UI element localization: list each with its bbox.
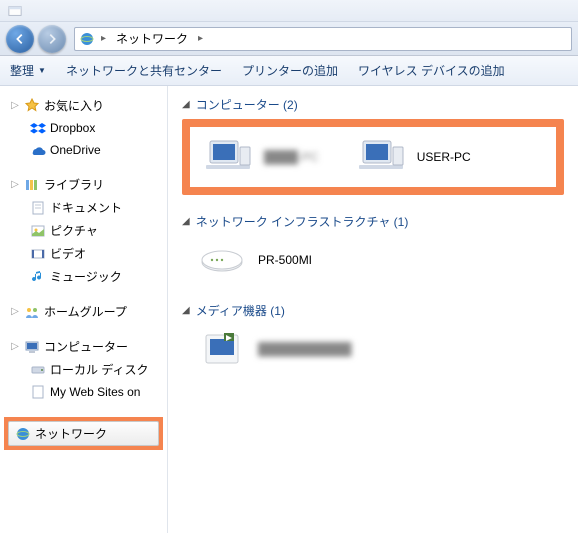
section-title: コンピューター (2) [196,96,298,113]
breadcrumb-text[interactable]: ネットワーク [112,30,192,47]
sidebar-item-web-sites[interactable]: My Web Sites on [0,381,167,403]
sidebar-item-label: ネットワーク [35,425,107,442]
sidebar-item-label: OneDrive [50,143,101,157]
section-title: ネットワーク インフラストラクチャ (1) [196,213,409,230]
chevron-right-icon: ▸ [97,33,110,44]
add-wireless-device-button[interactable]: ワイヤレス デバイスの追加 [358,62,505,79]
device-router[interactable]: PR-500MI [182,236,564,284]
arrow-down-icon: ◢ [182,305,190,316]
navigation-pane: ▷ お気に入り Dropbox OneDrive ▷ ライブラリ ドキュメント … [0,86,168,533]
device-label: ███████████ [258,342,352,356]
onedrive-icon [30,142,46,158]
device-computer[interactable]: USER-PC [353,133,475,181]
add-printer-button[interactable]: プリンターの追加 [242,62,338,79]
section-header-infrastructure[interactable]: ◢ ネットワーク インフラストラクチャ (1) [182,213,564,230]
device-label: PR-500MI [258,253,312,267]
sidebar-item-label: ミュージック [50,268,122,285]
highlight-annotation: ネットワーク [4,417,163,450]
expander-icon[interactable]: ▷ [10,180,20,190]
sidebar-item-dropbox[interactable]: Dropbox [0,117,167,139]
chevron-down-icon: ▼ [38,66,46,75]
content-area: ▷ お気に入り Dropbox OneDrive ▷ ライブラリ ドキュメント … [0,86,578,533]
sidebar-item-documents[interactable]: ドキュメント [0,196,167,219]
sidebar-item-pictures[interactable]: ピクチャ [0,219,167,242]
sidebar-item-label: Dropbox [50,121,95,135]
forward-button[interactable] [38,25,66,53]
sidebar-item-label: コンピューター [44,338,128,355]
expander-icon[interactable]: ▷ [10,307,20,317]
sidebar-item-label: お気に入り [44,97,104,114]
chevron-right-icon: ▸ [194,33,207,44]
sidebar-item-videos[interactable]: ビデオ [0,242,167,265]
window-titlebar [0,0,578,22]
media-device-icon [198,329,246,369]
page-icon [30,384,46,400]
dropbox-icon [30,120,46,136]
sidebar-favorites[interactable]: ▷ お気に入り [0,94,167,117]
back-button[interactable] [6,25,34,53]
sidebar-item-local-disk[interactable]: ローカル ディスク [0,358,167,381]
sidebar-libraries[interactable]: ▷ ライブラリ [0,173,167,196]
device-label: ████-PC [264,150,319,164]
section-header-computers[interactable]: ◢ コンピューター (2) [182,96,564,113]
arrow-down-icon: ◢ [182,216,190,227]
breadcrumb[interactable]: ▸ ネットワーク ▸ [74,27,572,51]
network-icon [15,426,31,442]
toolbar: 整理 ▼ ネットワークと共有センター プリンターの追加 ワイヤレス デバイスの追… [0,56,578,86]
document-icon [30,200,46,216]
highlight-annotation: ████-PC USER-PC [182,119,564,195]
library-icon [24,177,40,193]
section-header-media[interactable]: ◢ メディア機器 (1) [182,302,564,319]
homegroup-icon [24,304,40,320]
sidebar-item-onedrive[interactable]: OneDrive [0,139,167,161]
expander-icon[interactable]: ▷ [10,342,20,352]
expander-icon[interactable]: ▷ [10,101,20,111]
pc-icon [204,137,252,177]
main-pane: ◢ コンピューター (2) ████-PC USER-PC [168,86,578,533]
sidebar-item-label: ビデオ [50,245,86,262]
sidebar-item-music[interactable]: ミュージック [0,265,167,288]
sidebar-computer[interactable]: ▷ コンピューター [0,335,167,358]
window-icon [8,4,22,18]
sidebar-item-label: ドキュメント [50,199,122,216]
network-icon [79,31,95,47]
organize-label: 整理 [10,62,34,79]
section-title: メディア機器 (1) [196,302,285,319]
music-icon [30,269,46,285]
device-media[interactable]: ███████████ [182,325,564,373]
sidebar-item-label: My Web Sites on [50,385,140,399]
sidebar-network[interactable]: ネットワーク [8,421,159,446]
sidebar-item-label: ホームグループ [44,303,127,320]
disk-icon [30,362,46,378]
video-icon [30,246,46,262]
star-icon [24,98,40,114]
sidebar-item-label: ライブラリ [44,176,104,193]
organize-menu[interactable]: 整理 ▼ [10,62,46,79]
sidebar-item-label: ピクチャ [50,222,98,239]
arrow-down-icon: ◢ [182,99,190,110]
picture-icon [30,223,46,239]
sidebar-homegroup[interactable]: ▷ ホームグループ [0,300,167,323]
router-icon [198,240,246,280]
nav-bar: ▸ ネットワーク ▸ [0,22,578,56]
pc-icon [357,137,405,177]
device-label: USER-PC [417,150,471,164]
sidebar-item-label: ローカル ディスク [50,361,149,378]
device-computer[interactable]: ████-PC [200,133,323,181]
computer-icon [24,339,40,355]
network-sharing-center-button[interactable]: ネットワークと共有センター [66,62,222,79]
